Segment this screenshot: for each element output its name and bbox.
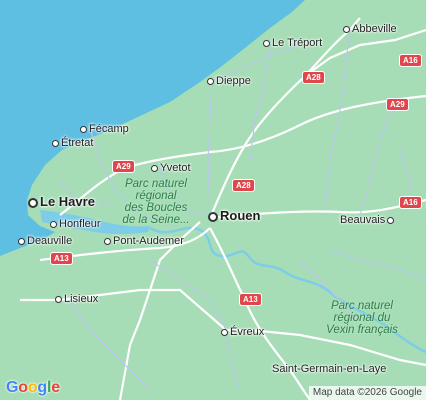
- road-shield-a13[interactable]: A13: [50, 252, 73, 265]
- city-honfleur[interactable]: Honfleur: [50, 218, 101, 230]
- logo-letter: G: [6, 379, 19, 396]
- city-yvetot[interactable]: Yvetot: [151, 162, 191, 174]
- park-label-line: Parc naturel: [124, 178, 187, 190]
- park-label-line: Parc naturel: [330, 300, 393, 312]
- city-dot-icon: [52, 139, 59, 147]
- park-label-line: de la Seine...: [122, 214, 190, 226]
- city-label: Yvetot: [160, 162, 191, 174]
- road-shield-a29[interactable]: A29: [386, 98, 409, 111]
- road-shield-a16[interactable]: A16: [399, 54, 422, 67]
- city-le-treport[interactable]: Le Tréport: [263, 37, 322, 49]
- city-dot-icon: [387, 216, 395, 224]
- city-dot-icon: [18, 237, 25, 245]
- city-fecamp[interactable]: Fécamp: [80, 123, 129, 135]
- park-label-line: régional: [135, 190, 177, 202]
- city-label: Lisieux: [64, 293, 99, 305]
- map-attribution[interactable]: Map data ©2026 Google: [308, 386, 426, 400]
- google-logo: Google: [6, 379, 60, 397]
- road-shield-a29[interactable]: A29: [112, 160, 135, 173]
- city-dot-icon: [207, 77, 214, 85]
- city-beauvais[interactable]: Beauvais: [340, 214, 396, 226]
- map-canvas[interactable]: Le Tréport Abbeville Dieppe Fécamp Étret…: [0, 0, 426, 400]
- city-etretat[interactable]: Étretat: [52, 137, 93, 149]
- city-dieppe[interactable]: Dieppe: [207, 75, 251, 87]
- city-lisieux[interactable]: Lisieux: [55, 293, 98, 305]
- logo-letter: g: [37, 379, 47, 396]
- city-pont-audemer[interactable]: Pont-Audemer: [104, 235, 184, 247]
- city-label: Beauvais: [340, 214, 386, 226]
- park-vexin-francais[interactable]: Parc naturel régional du Vexin français: [313, 300, 411, 336]
- city-dot-icon: [263, 39, 270, 47]
- city-label: Dieppe: [216, 75, 251, 87]
- city-dot-icon: [343, 25, 350, 33]
- road-shield-a13[interactable]: A13: [239, 293, 262, 306]
- city-label: Fécamp: [89, 123, 129, 135]
- city-rouen[interactable]: Rouen: [208, 209, 260, 223]
- city-dot-icon: [104, 237, 111, 245]
- city-dot-icon: [80, 125, 87, 133]
- city-dot-icon: [208, 211, 218, 222]
- city-label: Le Tréport: [272, 37, 323, 49]
- city-deauville[interactable]: Deauville: [18, 235, 72, 247]
- city-dot-icon: [50, 220, 57, 228]
- city-dot-icon: [221, 328, 228, 336]
- city-evreux[interactable]: Évreux: [221, 326, 264, 338]
- logo-letter: e: [51, 379, 60, 396]
- park-label-line: Vexin français: [326, 324, 398, 336]
- city-label: Honfleur: [59, 218, 101, 230]
- park-label-line: régional du: [333, 312, 391, 324]
- city-label: Saint-Germain-en-Laye: [272, 363, 387, 375]
- city-le-havre[interactable]: Le Havre: [28, 195, 95, 209]
- city-label: Pont-Audemer: [113, 235, 184, 247]
- city-label: Le Havre: [40, 194, 95, 209]
- park-boucles-de-la-seine[interactable]: Parc naturel régional des Boucles de la …: [112, 178, 200, 226]
- city-abbeville[interactable]: Abbeville: [343, 23, 397, 35]
- logo-letter: o: [18, 379, 28, 396]
- city-dot-icon: [28, 197, 38, 208]
- city-label: Évreux: [230, 326, 265, 338]
- city-label: Étretat: [61, 137, 94, 149]
- road-shield-a16[interactable]: A16: [399, 196, 422, 209]
- road-shield-a28[interactable]: A28: [302, 71, 325, 84]
- road-shield-a28[interactable]: A28: [232, 179, 255, 192]
- city-saint-germain[interactable]: Saint-Germain-en-Laye: [272, 363, 386, 375]
- city-dot-icon: [55, 295, 62, 303]
- city-label: Deauville: [27, 235, 73, 247]
- city-dot-icon: [151, 164, 158, 172]
- logo-letter: o: [27, 379, 38, 396]
- city-label: Abbeville: [352, 23, 397, 35]
- park-label-line: des Boucles: [124, 202, 188, 214]
- city-label: Rouen: [220, 208, 261, 223]
